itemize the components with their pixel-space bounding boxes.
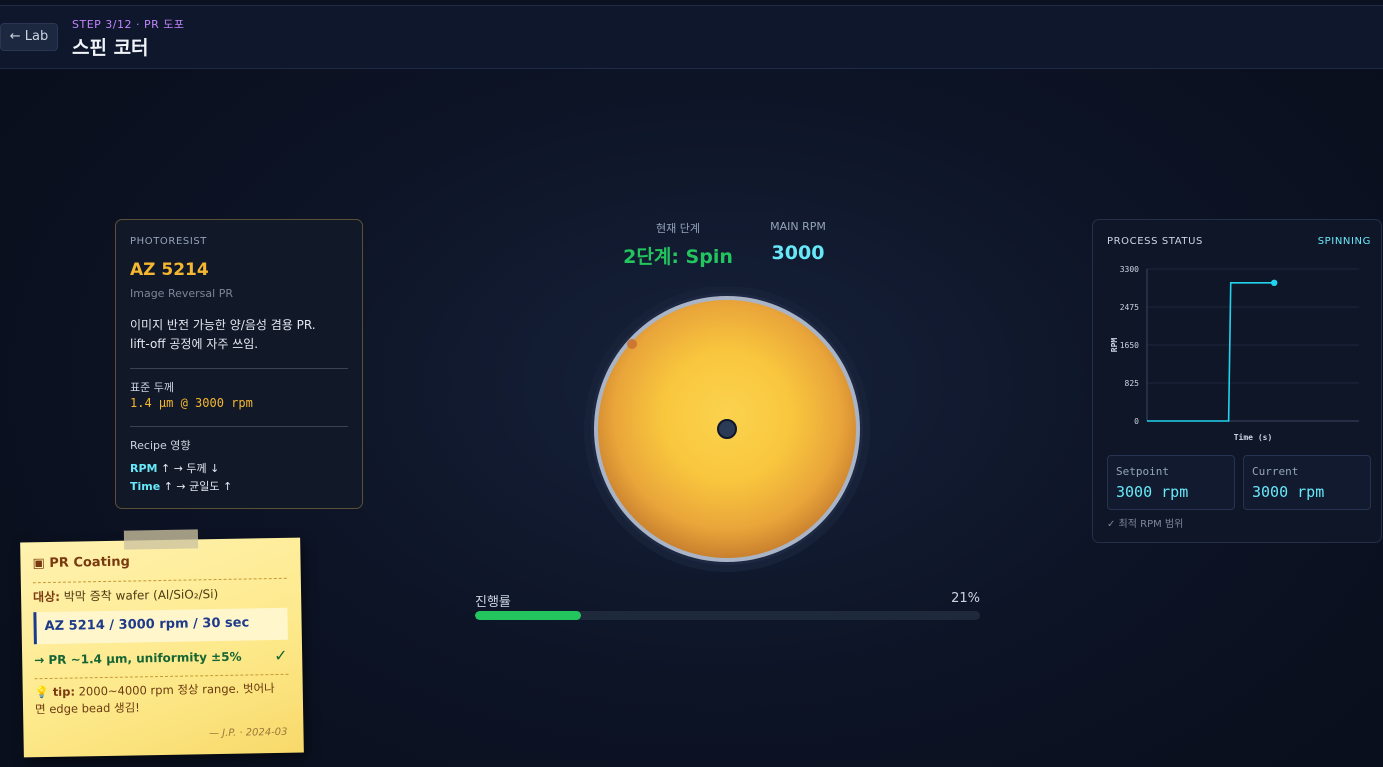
thickness-value: 1.4 µm @ 3000 rpm bbox=[130, 396, 253, 410]
photoresist-card: PHOTORESIST AZ 5214 Image Reversal PR 이미… bbox=[115, 219, 363, 509]
target-text: 박막 증착 wafer (Al/SiO₂/Si) bbox=[59, 587, 219, 604]
note-recipe: AZ 5214 / 3000 rpm / 30 sec bbox=[44, 615, 250, 635]
current-stage-value: 2단계: Spin bbox=[623, 246, 733, 268]
process-status-card: PROCESS STATUS SPINNING 0 825 1650 2475 3300… bbox=[1092, 219, 1382, 543]
current-label: Current bbox=[1252, 465, 1299, 478]
recipe-effect-time: Time ↑ → 균일도 ↑ bbox=[130, 478, 232, 494]
process-state-badge: SPINNING bbox=[1317, 236, 1371, 247]
note-recipe-box: AZ 5214 / 3000 rpm / 30 sec bbox=[33, 607, 288, 645]
chart-current-point bbox=[1271, 279, 1278, 287]
sticky-note: ▣ PR Coating 대상: 박막 증착 wafer (Al/SiO₂/Si… bbox=[20, 537, 304, 758]
current-rpm-box: Current 3000 rpm bbox=[1243, 455, 1371, 510]
square-icon: ▣ bbox=[32, 556, 45, 572]
chart-y-tick-label: 3300 bbox=[1120, 265, 1139, 274]
dashed-divider bbox=[32, 577, 287, 584]
tape-strip bbox=[123, 529, 199, 550]
effect-key: Time bbox=[130, 480, 161, 493]
progress-label: 진행률 bbox=[475, 595, 511, 610]
recipe-effect-label: Recipe 영향 bbox=[130, 439, 191, 452]
main-rpm-value: 3000 bbox=[771, 242, 825, 264]
chart-y-tick-label: 825 bbox=[1125, 379, 1140, 388]
chart-y-axis-label: RPM bbox=[1110, 338, 1119, 353]
tip-key: tip: bbox=[52, 684, 76, 699]
check-icon: ✓ bbox=[273, 645, 288, 666]
lightbulb-icon: 💡 bbox=[34, 684, 50, 700]
photoresist-type: Image Reversal PR bbox=[130, 287, 233, 300]
setpoint-box: Setpoint 3000 rpm bbox=[1107, 455, 1235, 510]
effect-text: ↑ → 균일도 ↑ bbox=[160, 480, 233, 493]
effect-key: RPM bbox=[130, 462, 158, 475]
page-title: 스핀 코터 bbox=[72, 37, 149, 59]
chart-rpm-line bbox=[1147, 282, 1275, 422]
description-line: 이미지 반전 가능한 양/음성 겸용 PR. bbox=[130, 318, 316, 332]
note-result: → PR ~1.4 µm, uniformity ±5% bbox=[34, 649, 242, 668]
progress-percent: 21% bbox=[951, 591, 980, 606]
step-indicator: STEP 3/12 · PR 도포 bbox=[72, 18, 185, 31]
current-stage-label: 현재 단계 bbox=[656, 222, 700, 235]
current-value: 3000 rpm bbox=[1252, 483, 1325, 501]
process-status-caption: PROCESS STATUS bbox=[1107, 236, 1203, 247]
note-tip: 💡 tip: 2000~4000 rpm 정상 range. 벗어나면 edge… bbox=[35, 680, 286, 718]
dashed-divider bbox=[34, 673, 289, 680]
progress-fill bbox=[475, 611, 582, 620]
setpoint-value: 3000 rpm bbox=[1116, 483, 1189, 501]
wafer-notch-marker bbox=[627, 339, 637, 349]
divider bbox=[130, 368, 348, 369]
recipe-effect-rpm: RPM ↑ → 두께 ↓ bbox=[130, 460, 219, 476]
back-to-lab-button[interactable]: ← Lab bbox=[0, 23, 58, 51]
photoresist-description: 이미지 반전 가능한 양/음성 겸용 PR. lift-off 공정에 자주 쓰… bbox=[130, 316, 352, 354]
note-title-text: PR Coating bbox=[49, 554, 131, 571]
chart-y-tick-label: 1650 bbox=[1120, 341, 1139, 350]
chuck-center bbox=[717, 419, 737, 439]
note-signature: — J.P. · 2024-03 bbox=[208, 726, 288, 740]
note-target: 대상: 박막 증착 wafer (Al/SiO₂/Si) bbox=[33, 585, 218, 605]
progress-bar bbox=[475, 611, 980, 620]
target-key: 대상: bbox=[32, 589, 61, 605]
chart-y-tick-label: 2475 bbox=[1120, 303, 1139, 312]
divider bbox=[130, 426, 348, 427]
spin-coater-wafer bbox=[584, 287, 870, 572]
effect-text: ↑ → 두께 ↓ bbox=[157, 462, 220, 475]
rpm-chart: 0 825 1650 2475 3300 Time (s) RPM bbox=[1110, 265, 1359, 442]
main-rpm-label: MAIN RPM bbox=[770, 220, 826, 233]
setpoint-label: Setpoint bbox=[1116, 465, 1169, 478]
page-header: ← Lab STEP 3/12 · PR 도포 스핀 코터 bbox=[0, 6, 1383, 69]
note-title: ▣ PR Coating bbox=[32, 555, 130, 572]
photoresist-name: AZ 5214 bbox=[130, 260, 209, 280]
thickness-label: 표준 두께 bbox=[130, 381, 174, 394]
chart-x-axis-label: Time (s) bbox=[1234, 432, 1273, 442]
optimal-range-note: ✓ 최적 RPM 범위 bbox=[1107, 519, 1184, 530]
photoresist-caption: PHOTORESIST bbox=[130, 236, 208, 247]
chart-y-tick-label: 0 bbox=[1134, 417, 1139, 426]
description-line: lift-off 공정에 자주 쓰임. bbox=[130, 337, 259, 351]
